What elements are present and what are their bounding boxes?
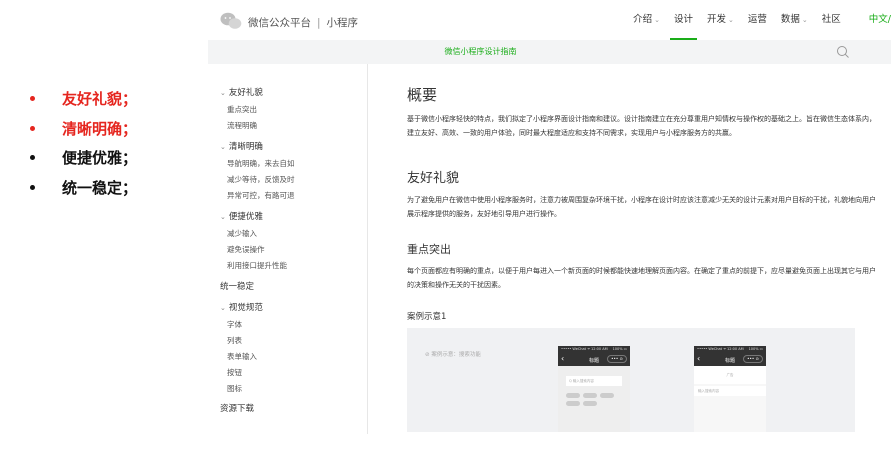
- tag-pill: [583, 401, 597, 406]
- top-nav: 介绍 ⌄ 设计 开发 ⌄ 运营 数据 ⌄ 社区 中文/: [619, 0, 891, 40]
- search-icon[interactable]: [835, 44, 851, 60]
- bullet-text: 统一稳定；: [62, 178, 138, 197]
- sidebar-group-consistent[interactable]: 统一稳定: [220, 280, 254, 292]
- sidebar-item[interactable]: 利用接口提升性能: [227, 260, 287, 271]
- chevron-down-icon: ⌄: [728, 16, 734, 24]
- bullet-item: 清晰明确；: [30, 114, 137, 144]
- guide-title[interactable]: 微信小程序设计指南: [208, 46, 753, 57]
- phone-mockup: ••••• WeChat ᯤ 12:00 AM 100% ▭ ‹ 标题 ••• …: [558, 346, 630, 432]
- bullet-text: 便捷优雅；: [62, 149, 138, 168]
- chevron-down-icon: ⌄: [220, 304, 226, 312]
- sidebar-item[interactable]: 列表: [227, 335, 242, 346]
- sidebar-group-resources[interactable]: 资源下载: [220, 402, 254, 414]
- bullet-item: 统一稳定；: [30, 173, 137, 203]
- capsule-menu-icon: ••• ⊙: [607, 355, 627, 363]
- section-title: 友好礼貌: [407, 171, 460, 186]
- ad-area: 广告: [694, 366, 766, 384]
- phone-status-bar: ••••• WeChat ᯤ 12:00 AM 100% ▭: [561, 347, 627, 351]
- intro-paragraph: 基于微信小程序轻快的特点，我们拟定了小程序界面设计指南和建议。设计指南建立在充分…: [407, 115, 876, 137]
- chevron-down-icon: ⌄: [801, 16, 808, 24]
- brand-separator: |: [317, 17, 321, 29]
- ad-label: 广告: [726, 373, 734, 377]
- brand-title[interactable]: 微信公众平台 | 小程序: [248, 15, 358, 30]
- sidebar-item[interactable]: 导航明确，来去自如: [227, 158, 295, 169]
- phone-navbar: ••••• WeChat ᯤ 12:00 AM 100% ▭ ‹ 标题 ••• …: [694, 346, 766, 366]
- tag-pill: [566, 401, 580, 406]
- phone-status-bar: ••••• WeChat ᯤ 12:00 AM 100% ▭: [697, 347, 763, 351]
- subsection-paragraph: 每个页面都应有明确的重点，以便于用户每进入一个新页面的时候都能快速地理解页面内容…: [407, 267, 876, 289]
- bullet-item: 友好礼貌；: [30, 84, 137, 114]
- bullet-item: 便捷优雅；: [30, 143, 137, 173]
- sidebar-group-clear[interactable]: ⌄ 清晰明确: [220, 140, 263, 152]
- sidebar-item[interactable]: 减少等待，反馈及时: [227, 174, 295, 185]
- brand-name: 微信公众平台: [248, 17, 311, 29]
- sidebar-item[interactable]: 减少输入: [227, 228, 257, 239]
- sidebar-group-friendly[interactable]: ⌄ 友好礼貌: [220, 86, 263, 98]
- phone-search-bar: Q 输入搜索内容: [566, 376, 622, 386]
- sidebar-item[interactable]: 流程明确: [227, 120, 257, 131]
- bullet-dot: [30, 184, 35, 190]
- language-switch[interactable]: 中文/: [869, 0, 891, 40]
- bullet-text: 友好礼貌；: [62, 90, 138, 109]
- subsection-title: 重点突出: [407, 243, 451, 256]
- bullet-dot: [30, 125, 35, 131]
- tag-pill: [583, 393, 597, 398]
- wechat-logo-icon[interactable]: [220, 12, 242, 30]
- nav-data[interactable]: 数据 ⌄: [781, 0, 808, 40]
- page-title: 概要: [407, 86, 438, 104]
- chevron-down-icon: ⌄: [654, 16, 660, 24]
- example-panel: ⊘ 案例示意：搜索功能 ••••• WeChat ᯤ 12:00 AM 100%…: [407, 328, 855, 432]
- bullet-dot: [30, 155, 35, 161]
- sidebar-nav: ⌄ 友好礼貌 重点突出 流程明确 ⌄ 清晰明确 导航明确，来去自如 减少等待，反馈及…: [208, 64, 368, 434]
- section-paragraph: 为了避免用户在微信中使用小程序服务时，注意力被周围复杂环境干扰，小程序在设计时应…: [407, 196, 876, 218]
- sidebar-group-visual[interactable]: ⌄ 视觉规范: [220, 301, 263, 313]
- bullet-text: 清晰明确；: [62, 119, 138, 138]
- phone-mockup: ••••• WeChat ᯤ 12:00 AM 100% ▭ ‹ 标题 ••• …: [694, 346, 766, 432]
- sidebar-item[interactable]: 异常可控，有路可退: [227, 190, 295, 201]
- nav-develop[interactable]: 开发 ⌄: [707, 0, 734, 40]
- sidebar-item[interactable]: 图标: [227, 383, 242, 394]
- main-content: 概要 基于微信小程序轻快的特点，我们拟定了小程序界面设计指南和建议。设计指南建立…: [368, 64, 891, 444]
- sidebar-item[interactable]: 避免误操作: [227, 244, 265, 255]
- bullet-dot: [30, 96, 35, 102]
- tag-pill: [600, 393, 614, 398]
- nav-intro[interactable]: 介绍 ⌄: [633, 0, 660, 40]
- sidebar-item[interactable]: 按钮: [227, 367, 242, 378]
- sub-header: 微信小程序设计指南: [208, 40, 891, 64]
- bullet-list: 友好礼貌； 清晰明确； 便捷优雅； 统一稳定；: [30, 84, 137, 202]
- nav-community[interactable]: 社区: [822, 0, 841, 40]
- nav-operate[interactable]: 运营: [748, 0, 767, 40]
- example-caption: ⊘ 案例示意：搜索功能: [425, 352, 481, 358]
- chevron-down-icon: ⌄: [220, 89, 226, 97]
- tag-pill: [566, 393, 580, 398]
- sidebar-item[interactable]: 表单输入: [227, 351, 257, 362]
- chevron-down-icon: ⌄: [220, 213, 226, 221]
- sidebar-group-convenient[interactable]: ⌄ 便捷优雅: [220, 210, 263, 222]
- capsule-menu-icon: ••• ⊙: [743, 355, 763, 363]
- phone-search-field: 输入搜索内容: [694, 386, 766, 396]
- phone-navbar: ••••• WeChat ᯤ 12:00 AM 100% ▭ ‹ 标题 ••• …: [558, 346, 630, 366]
- sidebar-item[interactable]: 字体: [227, 319, 242, 330]
- example-title: 案例示意1: [407, 312, 447, 322]
- nav-design[interactable]: 设计: [669, 0, 698, 40]
- top-header: 微信公众平台 | 小程序 介绍 ⌄ 设计 开发 ⌄ 运营 数据 ⌄ 社区 中文/: [208, 0, 891, 40]
- chevron-down-icon: ⌄: [220, 143, 226, 151]
- product-name: 小程序: [326, 17, 359, 29]
- sidebar-item[interactable]: 重点突出: [227, 104, 257, 115]
